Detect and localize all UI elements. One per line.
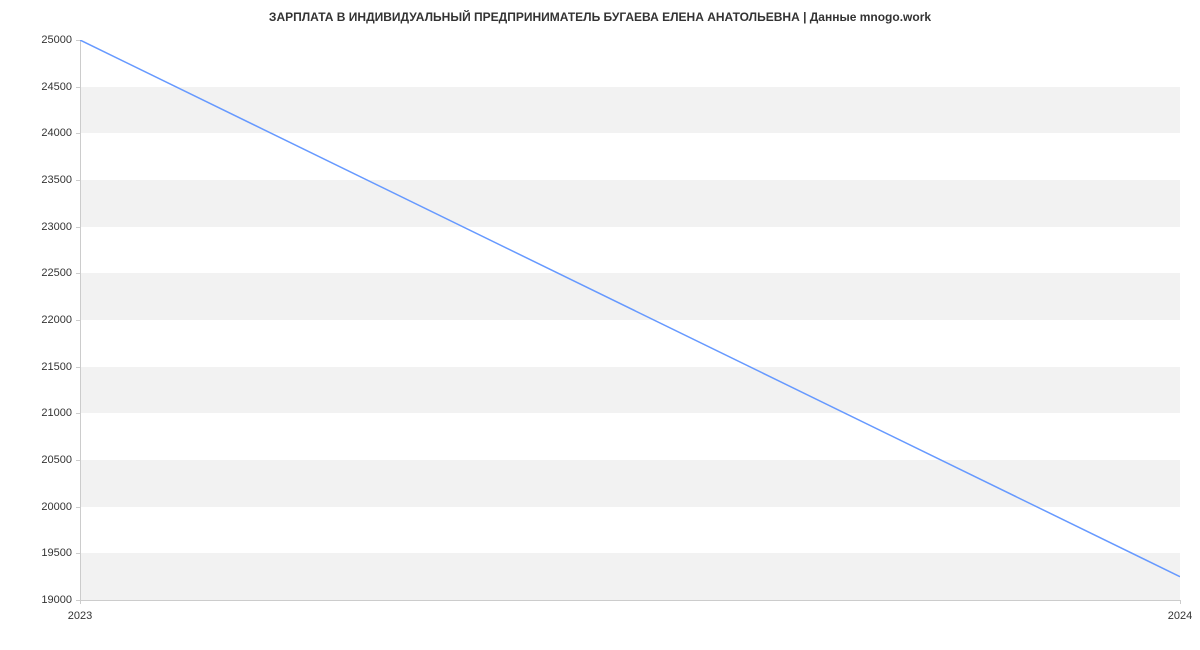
y-tick-mark — [76, 87, 80, 88]
y-tick-label: 20500 — [12, 454, 72, 466]
y-tick-mark — [76, 133, 80, 134]
y-tick-label: 23500 — [12, 174, 72, 186]
y-tick-label: 22000 — [12, 314, 72, 326]
y-tick-mark — [76, 367, 80, 368]
y-tick-label: 19000 — [12, 594, 72, 606]
y-tick-mark — [76, 507, 80, 508]
y-tick-label: 25000 — [12, 34, 72, 46]
y-tick-mark — [76, 40, 80, 41]
y-tick-mark — [76, 273, 80, 274]
x-tick-label: 2024 — [1168, 610, 1192, 622]
y-tick-mark — [76, 180, 80, 181]
y-tick-label: 22500 — [12, 267, 72, 279]
chart-title: ЗАРПЛАТА В ИНДИВИДУАЛЬНЫЙ ПРЕДПРИНИМАТЕЛ… — [0, 10, 1200, 24]
y-tick-mark — [76, 227, 80, 228]
y-tick-label: 21500 — [12, 361, 72, 373]
y-tick-label: 24500 — [12, 81, 72, 93]
x-axis-line — [80, 600, 1180, 601]
y-tick-label: 20000 — [12, 501, 72, 513]
y-tick-label: 24000 — [12, 127, 72, 139]
y-tick-label: 19500 — [12, 547, 72, 559]
series-line — [80, 40, 1180, 577]
y-tick-mark — [76, 320, 80, 321]
line-series — [80, 40, 1180, 600]
y-tick-label: 23000 — [12, 221, 72, 233]
y-tick-label: 21000 — [12, 407, 72, 419]
x-tick-label: 2023 — [68, 610, 92, 622]
y-tick-mark — [76, 413, 80, 414]
x-tick-mark — [80, 600, 81, 604]
x-tick-mark — [1180, 600, 1181, 604]
y-tick-mark — [76, 553, 80, 554]
y-tick-mark — [76, 460, 80, 461]
